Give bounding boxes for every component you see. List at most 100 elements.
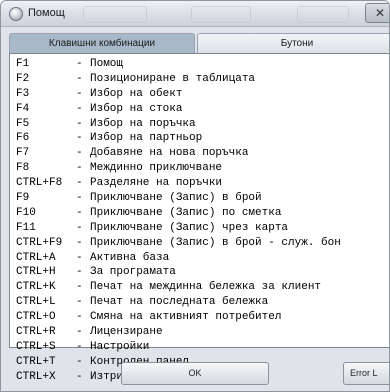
shortcut-separator: - xyxy=(76,236,83,249)
shortcut-description: Активна база xyxy=(90,251,170,264)
shortcut-separator: - xyxy=(76,355,83,368)
list-item: F7 - Добавяне на нова поръчка xyxy=(16,146,389,161)
shortcut-separator: - xyxy=(76,266,83,279)
shortcut-description: Избор на партньор xyxy=(90,132,203,145)
shortcut-separator: - xyxy=(76,281,83,294)
background-window-tab xyxy=(297,6,349,23)
shortcut-separator: - xyxy=(76,206,83,219)
shortcut-key: CTRL+X xyxy=(16,370,56,383)
shortcut-separator: - xyxy=(76,221,83,234)
list-item: CTRL+L - Печат на последната бележка xyxy=(16,295,389,310)
list-item: CTRL+K - Печат на междинна бележка за клие… xyxy=(16,280,389,295)
tab-key-combinations[interactable]: Клавишни комбинации xyxy=(9,33,195,53)
shortcut-description: Избор на поръчка xyxy=(90,117,196,130)
shortcut-key: F1 xyxy=(16,58,30,70)
shortcut-separator: - xyxy=(76,251,83,264)
list-item: F8 - Междинно приключване xyxy=(16,161,389,176)
list-item: CTRL+H - За програмата xyxy=(16,265,389,280)
window-title: Помощ xyxy=(28,7,65,19)
shortcut-key: CTRL+F9 xyxy=(16,236,63,249)
shortcut-key: CTRL+A xyxy=(16,251,56,264)
close-icon: ✕ xyxy=(375,6,386,20)
shortcut-separator: - xyxy=(76,370,83,383)
list-item: F5 - Избор на поръчка xyxy=(16,117,389,132)
shortcut-description: Приключване (Запис) в брой - служ. бон xyxy=(90,236,341,249)
shortcut-description: Избор на обект xyxy=(90,87,183,100)
close-button[interactable]: ✕ xyxy=(365,3,389,23)
shortcut-key: CTRL+H xyxy=(16,266,56,279)
list-item: CTRL+A - Активна база xyxy=(16,251,389,266)
shortcut-description: Помощ xyxy=(90,58,124,70)
tab-bar: Клавишни комбинации Бутони xyxy=(9,33,389,53)
list-item: CTRL+F9- Приключване (Запис) в брой - слу… xyxy=(16,236,389,251)
shortcut-description: Приключване (Запис) в брой xyxy=(90,192,262,205)
list-item: F6 - Избор на партньор xyxy=(16,131,389,146)
list-item: CTRL+F8- Разделяне на поръчки xyxy=(16,176,389,191)
shortcut-key: F6 xyxy=(16,132,30,145)
shortcut-description: Лицензиране xyxy=(90,326,163,339)
shortcut-key: CTRL+K xyxy=(16,281,56,294)
ok-button[interactable]: OK xyxy=(121,362,269,385)
shortcut-description: Избор на стока xyxy=(90,102,183,115)
background-window-tab xyxy=(83,6,147,23)
shortcut-key: CTRL+S xyxy=(16,340,56,353)
shortcut-description: Печат на междинна бележка за клиент xyxy=(90,281,322,294)
shortcut-key: F4 xyxy=(16,102,30,115)
shortcut-key: CTRL+L xyxy=(16,296,56,309)
shortcut-separator: - xyxy=(76,177,83,190)
shortcut-list-panel: F1- Помощ F2- Позициониране в таблицата F3- И… xyxy=(9,53,389,383)
shortcut-description: Приключване (Запис) по сметка xyxy=(90,206,282,219)
shortcut-separator: - xyxy=(76,340,83,353)
shortcut-separator: - xyxy=(76,132,83,145)
shortcut-description: Разделяне на поръчки xyxy=(90,177,223,190)
shortcut-key: F3 xyxy=(16,87,30,100)
shortcut-description: Добавяне на нова поръчка xyxy=(90,147,249,160)
list-item: F11 - Приключване (Запис) чрез карта xyxy=(16,221,389,236)
shortcut-key: F9 xyxy=(16,192,30,205)
shortcut-separator: - xyxy=(76,102,83,115)
list-item: CTRL+O - Смяна на активният потребител xyxy=(16,310,389,325)
shortcut-description: Приключване (Запис) чрез карта xyxy=(90,221,289,234)
shortcut-description: Позициониране в таблицата xyxy=(90,72,256,85)
list-item: F3 - Избор на обект xyxy=(16,87,389,102)
list-item: CTRL+S - Настройки xyxy=(16,340,389,355)
shortcut-separator: - xyxy=(76,311,83,324)
list-item: F2 - Позициониране в таблицата xyxy=(16,72,389,87)
shortcut-key: F5 xyxy=(16,117,30,130)
shortcut-description: Настройки xyxy=(90,340,150,353)
help-window: Помощ ✕ Клавишни комбинации Бутони F1- По… xyxy=(0,0,390,392)
shortcut-list: F1- Помощ F2- Позициониране в таблицата F3- И… xyxy=(10,54,389,385)
background-window-tab xyxy=(191,6,251,23)
shortcut-key: F8 xyxy=(16,162,30,175)
shortcut-separator: - xyxy=(76,162,83,175)
shortcut-separator: - xyxy=(76,147,83,160)
app-icon xyxy=(9,7,23,21)
shortcut-key: F10 xyxy=(16,206,36,219)
shortcut-separator: - xyxy=(76,58,83,70)
list-item: F4 - Избор на стока xyxy=(16,102,389,117)
shortcut-key: F11 xyxy=(16,221,36,234)
shortcut-separator: - xyxy=(76,87,83,100)
list-item: F10 - Приключване (Запис) по сметка xyxy=(16,206,389,221)
shortcut-separator: - xyxy=(76,192,83,205)
shortcut-description: Междинно приключване xyxy=(90,162,223,175)
shortcut-key: CTRL+F8 xyxy=(16,177,63,190)
list-item: F9 - Приключване (Запис) в брой xyxy=(16,191,389,206)
shortcut-key: F2 xyxy=(16,72,30,85)
shortcut-separator: - xyxy=(76,296,83,309)
shortcut-key: CTRL+O xyxy=(16,311,56,324)
shortcut-description: За програмата xyxy=(90,266,176,279)
shortcut-key: CTRL+R xyxy=(16,326,56,339)
list-item: F1 - Помощ xyxy=(16,57,389,72)
shortcut-key: F7 xyxy=(16,147,30,160)
list-item: CTRL+R - Лицензиране xyxy=(16,325,389,340)
shortcut-separator: - xyxy=(76,117,83,130)
shortcut-description: Смяна на активният потребител xyxy=(90,311,282,324)
shortcut-separator: - xyxy=(76,72,83,85)
shortcut-separator: - xyxy=(76,326,83,339)
error-log-button[interactable]: Error L xyxy=(343,362,389,385)
title-bar[interactable]: Помощ ✕ xyxy=(1,1,389,27)
shortcut-description: Печат на последната бележка xyxy=(90,296,269,309)
shortcut-key: CTRL+T xyxy=(16,355,56,368)
tab-buttons[interactable]: Бутони xyxy=(197,33,389,53)
